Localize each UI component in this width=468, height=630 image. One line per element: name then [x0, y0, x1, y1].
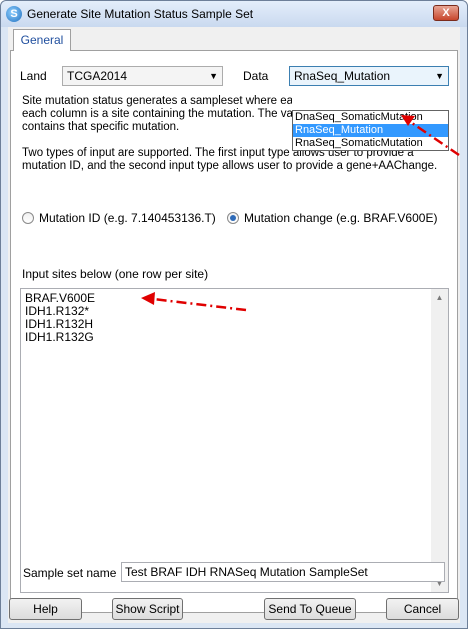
help-button[interactable]: Help	[9, 598, 82, 620]
radio-mutation-change[interactable]: Mutation change (e.g. BRAF.V600E)	[227, 211, 437, 225]
radio-mutation-change-label: Mutation change (e.g. BRAF.V600E)	[244, 211, 438, 225]
chevron-down-icon: ▼	[209, 71, 218, 81]
close-button[interactable]: X	[433, 5, 459, 21]
tab-general[interactable]: General	[13, 29, 71, 51]
description-line: each column is a site containing the mut…	[22, 108, 292, 120]
window-title: Generate Site Mutation Status Sample Set	[27, 7, 254, 21]
data-label: Data	[243, 69, 269, 83]
chevron-down-icon: ▼	[435, 71, 444, 81]
radio-mutation-id[interactable]: Mutation ID (e.g. 7.140453136.T)	[22, 211, 216, 225]
radio-mutation-id-indicator	[22, 212, 34, 224]
sample-set-label: Sample set name	[23, 566, 117, 580]
dropdown-option-dnaseq-somatic[interactable]: DnaSeq_SomaticMutation	[293, 111, 448, 124]
radio-mutation-id-label: Mutation ID (e.g. 7.140453136.T)	[39, 211, 216, 225]
cancel-button[interactable]: Cancel	[386, 598, 459, 620]
show-script-button[interactable]: Show Script	[112, 598, 183, 620]
tab-panel-general: Land TCGA2014 ▼ Data RnaSeq_Mutation ▼ D…	[10, 50, 458, 613]
sample-set-name-input[interactable]: Test BRAF IDH RNASeq Mutation SampleSet	[121, 562, 445, 582]
sites-label: Input sites below (one row per site)	[22, 267, 209, 281]
sites-textarea[interactable]: BRAF.V600E IDH1.R132* IDH1.R132H IDH1.R1…	[20, 288, 449, 593]
land-select[interactable]: TCGA2014 ▼	[62, 66, 223, 86]
description-line: Site mutation status generates a samples…	[22, 95, 292, 107]
scroll-up-icon[interactable]: ▲	[431, 289, 448, 306]
dropdown-option-rnaseq-somatic[interactable]: RnaSeq_SomaticMutation	[293, 137, 448, 150]
site-line: IDH1.R132G	[25, 330, 94, 344]
vertical-scrollbar[interactable]: ▲ ▼	[431, 289, 448, 592]
title-bar[interactable]: S Generate Site Mutation Status Sample S…	[1, 1, 467, 27]
data-select[interactable]: RnaSeq_Mutation ▼	[289, 66, 449, 86]
radio-mutation-change-indicator	[227, 212, 239, 224]
dialog-body: General Land TCGA2014 ▼ Data RnaSeq_Muta…	[8, 27, 460, 623]
dialog-window: S Generate Site Mutation Status Sample S…	[0, 0, 468, 629]
send-to-queue-button[interactable]: Send To Queue	[264, 598, 356, 620]
data-dropdown-list: DnaSeq_SomaticMutation RnaSeq_Mutation R…	[292, 110, 449, 151]
description-line: mutation ID, and the second input type a…	[22, 160, 438, 172]
land-select-value: TCGA2014	[67, 69, 128, 83]
app-icon: S	[6, 6, 22, 22]
land-label: Land	[20, 69, 47, 83]
dropdown-option-rnaseq-mutation[interactable]: RnaSeq_Mutation	[293, 124, 448, 137]
data-select-value: RnaSeq_Mutation	[294, 69, 391, 83]
